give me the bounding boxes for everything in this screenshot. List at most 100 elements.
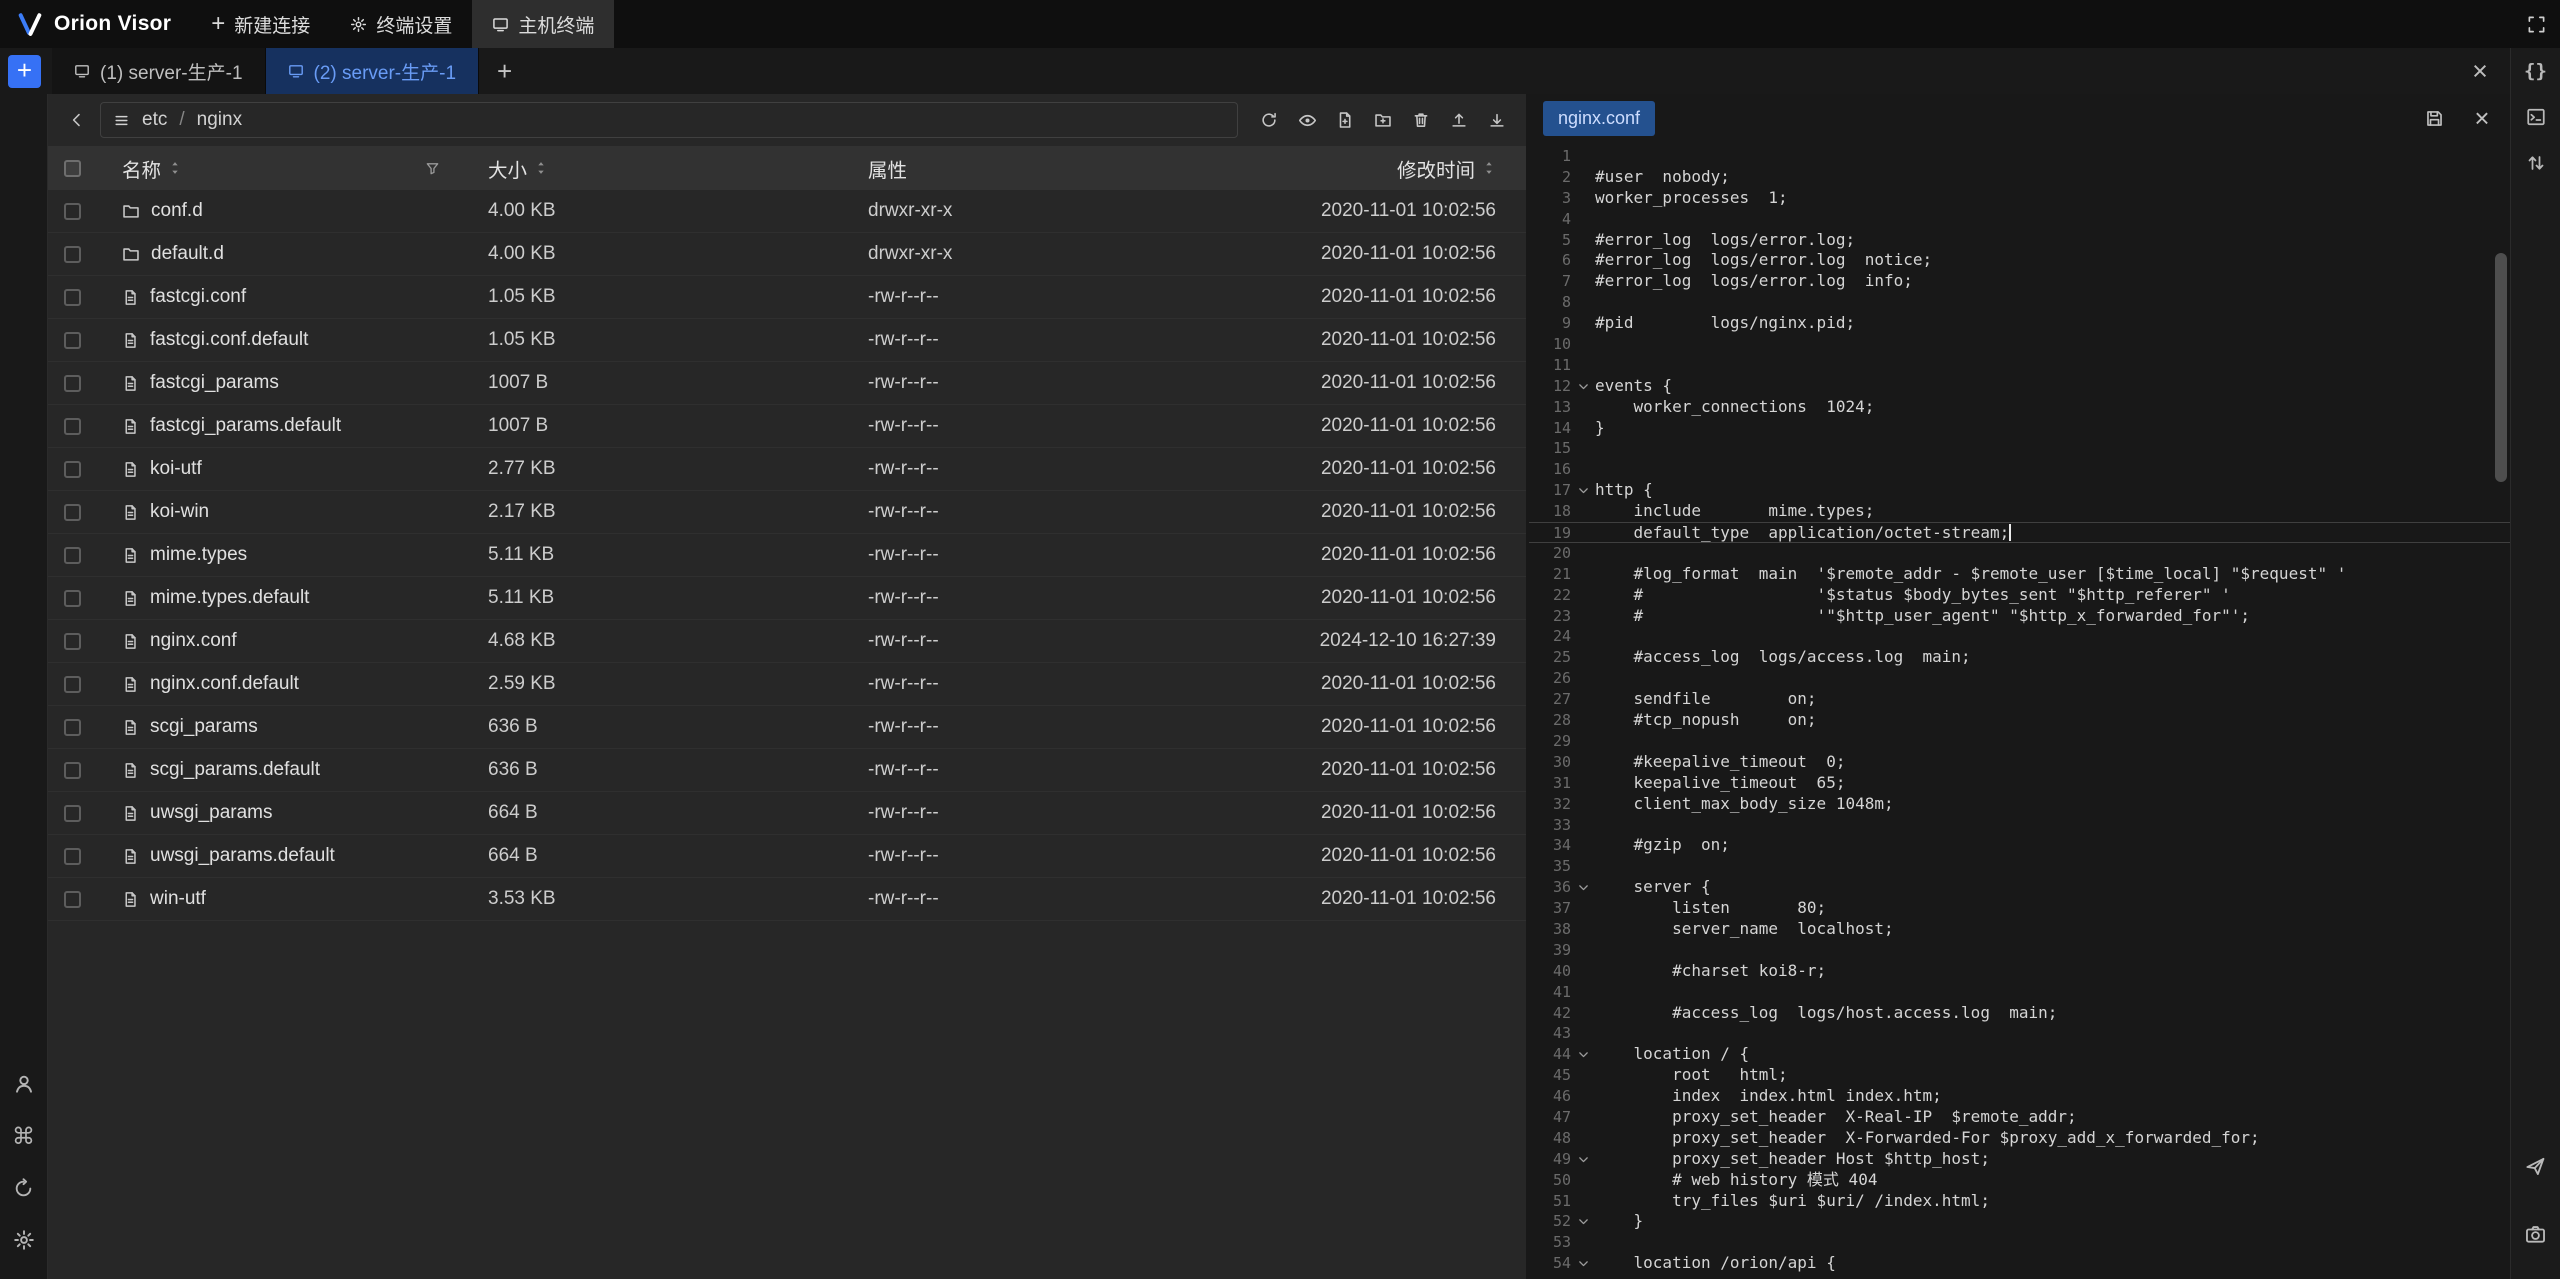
row-checkbox[interactable] — [64, 504, 81, 521]
fold-icon[interactable] — [1571, 376, 1595, 397]
code-line[interactable]: 31 keepalive_timeout 65; — [1529, 773, 2510, 794]
code-line[interactable]: 42 #access_log logs/host.access.log main… — [1529, 1003, 2510, 1024]
menu-item-new-connection[interactable]: + 新建连接 — [191, 0, 330, 48]
fold-icon[interactable] — [1571, 1044, 1595, 1065]
row-checkbox[interactable] — [64, 375, 81, 392]
table-row[interactable]: nginx.conf4.68 KB-rw-r--r--2024-12-10 16… — [48, 620, 1526, 663]
delete-button[interactable] — [1404, 103, 1438, 137]
table-row[interactable]: fastcgi_params1007 B-rw-r--r--2020-11-01… — [48, 362, 1526, 405]
menu-item-host-terminal[interactable]: 主机终端 — [472, 0, 614, 48]
code-line[interactable]: 6#error_log logs/error.log notice; — [1529, 250, 2510, 271]
table-row[interactable]: uwsgi_params.default664 B-rw-r--r--2020-… — [48, 835, 1526, 878]
fold-icon[interactable] — [1571, 1149, 1595, 1170]
back-button[interactable] — [60, 103, 94, 137]
column-header-size[interactable]: 大小 — [488, 154, 527, 183]
file-name[interactable]: uwsgi_params.default — [150, 845, 335, 867]
fold-icon[interactable] — [1571, 1253, 1595, 1274]
table-row[interactable]: fastcgi.conf1.05 KB-rw-r--r--2020-11-01 … — [48, 276, 1526, 319]
code-line[interactable]: 40 #charset koi8-r; — [1529, 961, 2510, 982]
row-checkbox[interactable] — [64, 891, 81, 908]
save-button[interactable] — [2420, 104, 2448, 132]
file-name[interactable]: koi-utf — [150, 458, 202, 480]
code-line[interactable]: 47 proxy_set_header X-Real-IP $remote_ad… — [1529, 1107, 2510, 1128]
code-line[interactable]: 3worker_processes 1; — [1529, 188, 2510, 209]
code-line[interactable]: 25 #access_log logs/access.log main; — [1529, 647, 2510, 668]
sort-icon[interactable] — [534, 161, 548, 175]
file-name[interactable]: mime.types.default — [150, 587, 309, 609]
filter-icon[interactable] — [425, 161, 440, 176]
code-line[interactable]: 38 server_name localhost; — [1529, 919, 2510, 940]
file-name[interactable]: uwsgi_params — [150, 802, 273, 824]
breadcrumb-item[interactable]: etc — [142, 109, 167, 131]
sync-button[interactable] — [9, 1173, 39, 1203]
code-line[interactable]: 48 proxy_set_header X-Forwarded-For $pro… — [1529, 1128, 2510, 1149]
code-line[interactable]: 29 — [1529, 731, 2510, 752]
fold-icon[interactable] — [1571, 480, 1595, 501]
code-line[interactable]: 24 — [1529, 626, 2510, 647]
code-line[interactable]: 32 client_max_body_size 1048m; — [1529, 794, 2510, 815]
row-checkbox[interactable] — [64, 203, 81, 220]
code-line[interactable]: 2#user nobody; — [1529, 167, 2510, 188]
transfer-list-button[interactable] — [2511, 140, 2560, 186]
code-line[interactable]: 54 location /orion/api { — [1529, 1253, 2510, 1274]
file-name[interactable]: nginx.conf — [150, 630, 237, 652]
code-line[interactable]: 14} — [1529, 418, 2510, 439]
editor-scrollbar[interactable] — [2495, 253, 2507, 482]
editor-tab-nginx-conf[interactable]: nginx.conf — [1543, 101, 1655, 136]
tab-server-1[interactable]: (1) server-生产-1 — [52, 48, 266, 94]
editor-close-button[interactable]: × — [2468, 104, 2496, 132]
row-checkbox[interactable] — [64, 332, 81, 349]
shortcuts-button[interactable]: ⌘ — [9, 1121, 39, 1151]
file-name[interactable]: conf.d — [151, 200, 203, 222]
code-line[interactable]: 52 } — [1529, 1211, 2510, 1232]
file-name[interactable]: nginx.conf.default — [150, 673, 299, 695]
code-line[interactable]: 35 — [1529, 856, 2510, 877]
row-checkbox[interactable] — [64, 848, 81, 865]
tab-server-2[interactable]: (2) server-生产-1 — [266, 48, 480, 94]
preview-button[interactable] — [1290, 103, 1324, 137]
code-line[interactable]: 8 — [1529, 292, 2510, 313]
code-line[interactable]: 21 #log_format main '$remote_addr - $rem… — [1529, 564, 2510, 585]
code-line[interactable]: 46 index index.html index.htm; — [1529, 1086, 2510, 1107]
user-info-button[interactable] — [9, 1069, 39, 1099]
refresh-button[interactable] — [1252, 103, 1286, 137]
send-command-button[interactable] — [2511, 1143, 2560, 1189]
file-name[interactable]: default.d — [151, 243, 224, 265]
code-line[interactable]: 11 — [1529, 355, 2510, 376]
code-line[interactable]: 20 — [1529, 543, 2510, 564]
code-line[interactable]: 10 — [1529, 334, 2510, 355]
table-row[interactable]: scgi_params636 B-rw-r--r--2020-11-01 10:… — [48, 706, 1526, 749]
table-row[interactable]: mime.types.default5.11 KB-rw-r--r--2020-… — [48, 577, 1526, 620]
code-line[interactable]: 12events { — [1529, 376, 2510, 397]
code-line[interactable]: 18 include mime.types; — [1529, 501, 2510, 522]
path-breadcrumb[interactable]: etc / nginx — [100, 102, 1238, 138]
code-line[interactable]: 43 — [1529, 1023, 2510, 1044]
screenshot-button[interactable] — [2511, 1211, 2560, 1257]
table-row[interactable]: uwsgi_params664 B-rw-r--r--2020-11-01 10… — [48, 792, 1526, 835]
table-row[interactable]: koi-win2.17 KB-rw-r--r--2020-11-01 10:02… — [48, 491, 1526, 534]
file-name[interactable]: mime.types — [150, 544, 247, 566]
column-header-name[interactable]: 名称 — [122, 154, 161, 183]
code-line[interactable]: 4 — [1529, 209, 2510, 230]
code-line[interactable]: 7#error_log logs/error.log info; — [1529, 271, 2510, 292]
code-line[interactable]: 13 worker_connections 1024; — [1529, 397, 2510, 418]
code-line[interactable]: 30 #keepalive_timeout 0; — [1529, 752, 2510, 773]
file-name[interactable]: fastcgi_params.default — [150, 415, 341, 437]
code-line[interactable]: 27 sendfile on; — [1529, 689, 2510, 710]
row-checkbox[interactable] — [64, 762, 81, 779]
file-name[interactable]: scgi_params.default — [150, 759, 320, 781]
table-row[interactable]: fastcgi.conf.default1.05 KB-rw-r--r--202… — [48, 319, 1526, 362]
code-line[interactable]: 17http { — [1529, 480, 2510, 501]
code-line[interactable]: 45 root html; — [1529, 1065, 2510, 1086]
download-button[interactable] — [1480, 103, 1514, 137]
table-row[interactable]: conf.d4.00 KBdrwxr-xr-x2020-11-01 10:02:… — [48, 190, 1526, 233]
new-file-button[interactable] — [1328, 103, 1362, 137]
table-row[interactable]: nginx.conf.default2.59 KB-rw-r--r--2020-… — [48, 663, 1526, 706]
row-checkbox[interactable] — [64, 590, 81, 607]
new-tab-button[interactable]: + — [479, 56, 530, 87]
code-line[interactable]: 15 — [1529, 438, 2510, 459]
row-checkbox[interactable] — [64, 461, 81, 478]
file-name[interactable]: scgi_params — [150, 716, 258, 738]
fullscreen-button[interactable] — [2512, 0, 2560, 48]
code-line[interactable]: 26 — [1529, 668, 2510, 689]
